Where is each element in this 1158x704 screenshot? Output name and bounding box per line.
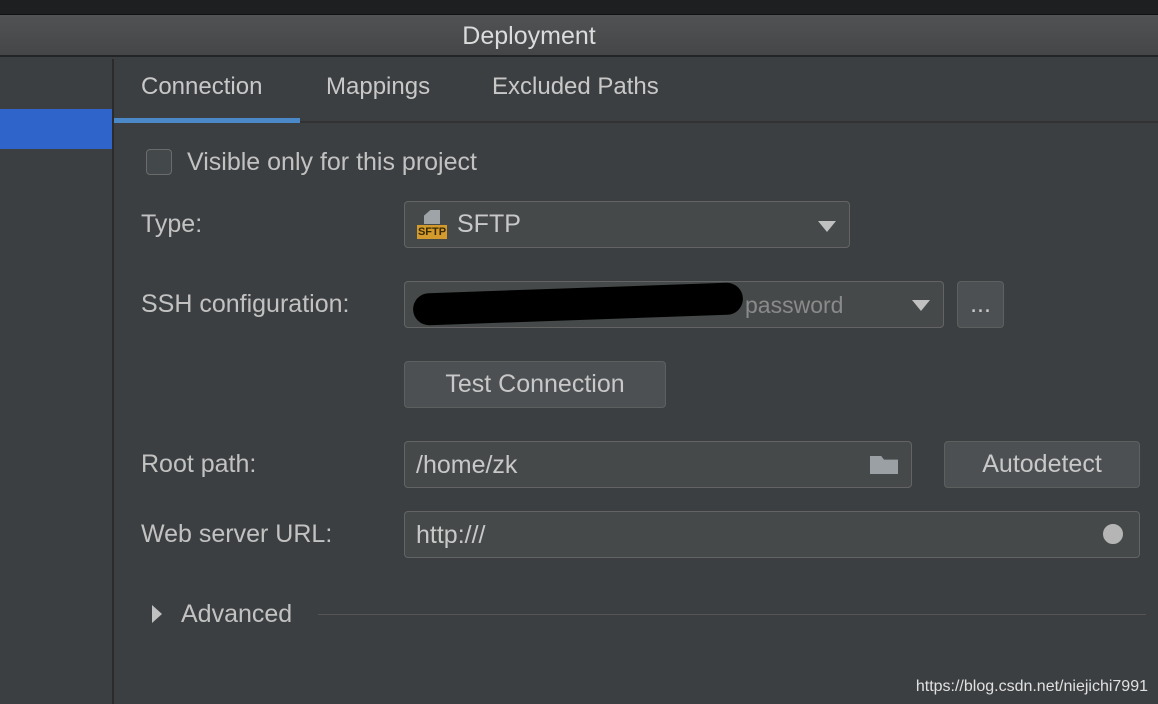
- chevron-down-icon: [912, 300, 930, 311]
- type-dropdown[interactable]: SFTP SFTP: [404, 201, 850, 248]
- server-list-item-selected[interactable]: [0, 109, 112, 149]
- ssh-config-more-button[interactable]: ...: [957, 281, 1004, 328]
- ssh-config-value: password: [745, 292, 844, 318]
- tab-excluded-paths[interactable]: Excluded Paths: [492, 73, 659, 101]
- ssh-config-dropdown[interactable]: password: [404, 281, 944, 328]
- advanced-divider: [318, 614, 1146, 615]
- type-value: SFTP: [457, 210, 521, 238]
- background-editor-strip: [0, 0, 1158, 15]
- globe-icon[interactable]: [1103, 524, 1123, 544]
- root-path-label: Root path:: [141, 450, 257, 478]
- ssh-config-label: SSH configuration:: [141, 290, 350, 318]
- caret-right-icon[interactable]: [152, 605, 162, 623]
- chevron-down-icon: [818, 221, 836, 232]
- tab-connection[interactable]: Connection: [141, 73, 262, 101]
- advanced-section-toggle[interactable]: Advanced: [181, 600, 292, 629]
- root-path-value: /home/zk: [416, 451, 518, 479]
- visible-only-label: Visible only for this project: [187, 148, 477, 176]
- active-tab-indicator: [114, 118, 300, 123]
- watermark: https://blog.csdn.net/niejichi7991: [915, 678, 1148, 695]
- test-connection-button[interactable]: Test Connection: [404, 361, 666, 408]
- root-path-input[interactable]: /home/zk: [404, 441, 912, 488]
- tab-mappings[interactable]: Mappings: [326, 73, 430, 101]
- autodetect-button[interactable]: Autodetect: [944, 441, 1140, 488]
- dialog-title: Deployment: [0, 15, 1158, 57]
- web-server-url-value: http:///: [416, 521, 486, 549]
- visible-only-checkbox[interactable]: [146, 149, 172, 175]
- web-server-url-input[interactable]: http:///: [404, 511, 1140, 558]
- redaction-scribble: [412, 282, 744, 326]
- type-label: Type:: [141, 210, 203, 238]
- sftp-icon: SFTP: [417, 210, 447, 240]
- folder-icon[interactable]: [870, 456, 898, 474]
- web-server-url-label: Web server URL:: [141, 520, 333, 548]
- tab-bar: Connection Mappings Excluded Paths: [114, 59, 1158, 123]
- server-list: [0, 59, 114, 704]
